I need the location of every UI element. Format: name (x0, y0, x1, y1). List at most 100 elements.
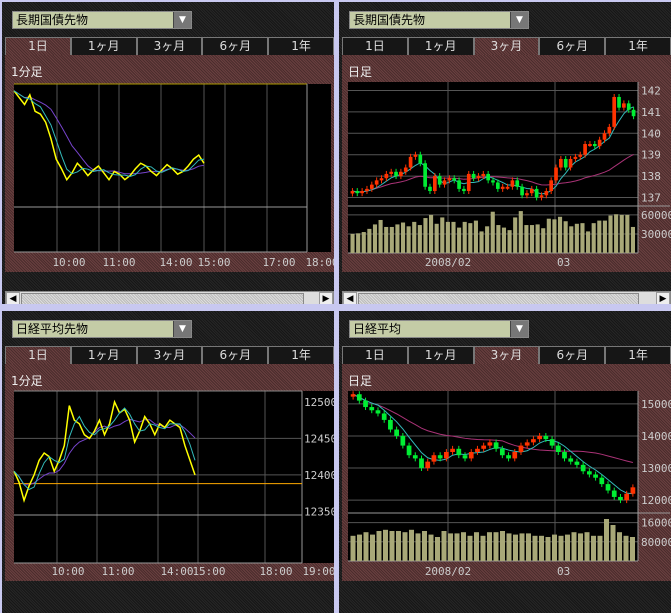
volume-bar (370, 534, 375, 561)
candle-body (544, 191, 549, 196)
volume-bar (580, 223, 585, 253)
volume-bar (513, 217, 518, 253)
horizontal-scrollbar[interactable]: ◀ ▶ (5, 291, 334, 304)
scroll-right-arrow-icon[interactable]: ▶ (319, 292, 333, 304)
candle-body (355, 191, 360, 194)
candle-body (537, 435, 542, 440)
chevron-down-icon[interactable]: ▼ (510, 12, 528, 28)
candle-body (506, 455, 511, 459)
tab-1[interactable]: 1ヶ月 (70, 346, 137, 364)
volume-bar (625, 214, 630, 253)
tab-4[interactable]: 1年 (605, 37, 671, 55)
scroll-right-arrow-icon[interactable]: ▶ (656, 292, 670, 304)
volume-bar (490, 211, 495, 253)
instrument-dropdown[interactable]: 長期国債先物 ▼ (12, 11, 192, 29)
tick-label: 14:00 (159, 256, 192, 269)
candle-body (505, 186, 510, 189)
candle-body (400, 435, 406, 446)
volume-bar (487, 532, 492, 561)
tab-4[interactable]: 1年 (268, 37, 334, 55)
tab-1[interactable]: 1ヶ月 (70, 37, 137, 55)
volume-bar (513, 534, 518, 561)
tab-3[interactable]: 6ヶ月 (202, 346, 269, 364)
volume-bar (602, 220, 607, 253)
tab-2[interactable]: 3ヶ月 (136, 346, 203, 364)
tick-label: 19:00 (302, 565, 334, 578)
scroll-left-arrow-icon[interactable]: ◀ (343, 292, 357, 304)
tick-label: 18:00 (305, 256, 334, 269)
volume-bar (485, 226, 490, 253)
volume-bar (415, 533, 421, 561)
tick-label: 12400 (304, 469, 334, 482)
instrument-value: 日経平均先物 (16, 322, 89, 336)
tab-4[interactable]: 1年 (605, 346, 671, 364)
candle-body (549, 439, 555, 446)
tab-2[interactable]: 3ヶ月 (473, 37, 540, 55)
scroll-thumb[interactable] (21, 293, 304, 304)
candle-body (487, 442, 493, 446)
candle-body (574, 461, 580, 465)
tab-0[interactable]: 1日 (342, 37, 408, 55)
candle-body (394, 171, 398, 177)
tab-4[interactable]: 1年 (268, 346, 334, 364)
tab-3[interactable]: 6ヶ月 (539, 346, 606, 364)
tick-label: 15:00 (197, 256, 230, 269)
volume-bar (610, 525, 616, 561)
volume-bar (591, 535, 596, 561)
volume-bar (591, 223, 596, 253)
tab-3[interactable]: 6ヶ月 (202, 37, 269, 55)
candle-body (462, 455, 468, 459)
candle-body (599, 477, 605, 485)
tab-0[interactable]: 1日 (342, 346, 408, 364)
scroll-thumb[interactable] (358, 293, 639, 304)
volume-bar (493, 532, 499, 561)
volume-bar (518, 211, 523, 253)
candle-body (500, 186, 505, 189)
candle-body (456, 448, 462, 456)
period-tabs: 1日 1ヶ月 3ヶ月 6ヶ月 1年 (342, 346, 671, 364)
chevron-down-icon[interactable]: ▼ (173, 321, 191, 337)
instrument-value: 長期国債先物 (353, 13, 426, 27)
candle-body (524, 442, 530, 446)
tab-3[interactable]: 6ヶ月 (539, 37, 606, 55)
tick-label: 137 (641, 191, 661, 204)
tab-1[interactable]: 1ヶ月 (407, 346, 474, 364)
scroll-left-arrow-icon[interactable]: ◀ (6, 292, 20, 304)
volume-bar (363, 532, 369, 561)
instrument-dropdown[interactable]: 長期国債先物 ▼ (349, 11, 529, 29)
candle-body (437, 176, 442, 185)
candle-body (481, 445, 487, 449)
instrument-value: 長期国債先物 (16, 13, 89, 27)
candle-body (593, 474, 598, 478)
volume-bar (623, 535, 629, 561)
instrument-dropdown[interactable]: 日経平均先物 ▼ (12, 320, 192, 338)
chevron-down-icon[interactable]: ▼ (173, 12, 191, 28)
chevron-down-icon[interactable]: ▼ (510, 321, 528, 337)
chart-panel-2: 日経平均先物 ▼ 1日 1ヶ月 3ヶ月 6ヶ月 1年 1分足 12500 12450 12400 12… (2, 311, 334, 613)
volume-bar (535, 224, 540, 253)
candle-body (626, 103, 631, 110)
tick-label: 03 (557, 256, 570, 269)
tick-label: 14000 (641, 430, 671, 443)
volume-bar (578, 533, 583, 561)
volume-bar (541, 228, 546, 253)
candle-body (531, 439, 536, 443)
candle-body (471, 173, 476, 179)
volume-bar (604, 519, 609, 561)
instrument-dropdown[interactable]: 日経平均 ▼ (349, 320, 529, 338)
candle-body (408, 156, 413, 168)
candle-body (562, 452, 567, 459)
tab-2[interactable]: 3ヶ月 (473, 346, 540, 364)
tab-1[interactable]: 1ヶ月 (407, 37, 474, 55)
tick-label: 15:00 (192, 565, 225, 578)
tab-2[interactable]: 3ヶ月 (136, 37, 203, 55)
candle-body (630, 487, 636, 494)
tab-0[interactable]: 1日 (5, 37, 71, 55)
volume-bar (400, 222, 406, 253)
candle-body (496, 182, 500, 189)
tab-0[interactable]: 1日 (5, 346, 71, 364)
horizontal-scrollbar[interactable]: ◀ ▶ (342, 291, 671, 304)
tick-label: 15000 (641, 398, 671, 411)
volume-bar (597, 535, 603, 561)
candle-body (587, 471, 592, 475)
